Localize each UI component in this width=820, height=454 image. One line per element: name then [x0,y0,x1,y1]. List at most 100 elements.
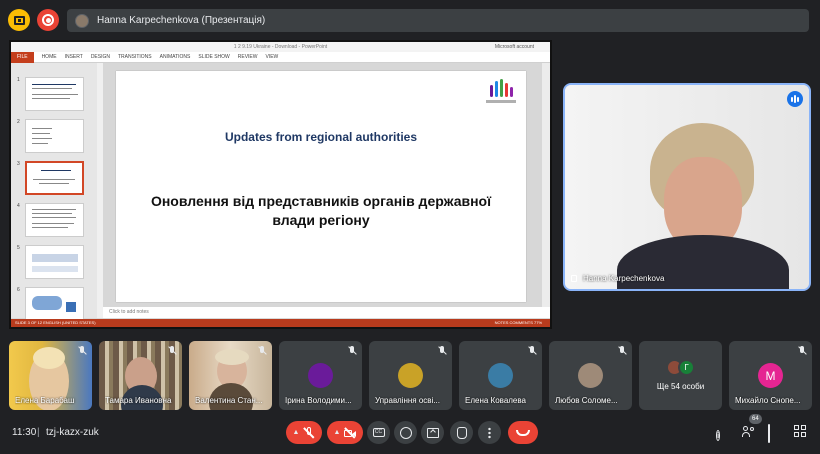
microphone-off-icon [797,346,807,356]
participants-count-badge: 64 [749,414,762,424]
end-call-icon [516,429,530,436]
microphone-off-icon [437,346,447,356]
end-call-button[interactable] [508,421,538,444]
participant-name: Ірина Володими... [285,396,352,405]
ribbon-tab-animations[interactable]: ANIMATIONS [160,54,191,60]
ribbon-tab-transitions[interactable]: TRANSITIONS [118,54,152,60]
participant-name: Елена Ковалева [465,396,526,405]
slide-thumbnail[interactable] [25,119,84,153]
slide-thumbnail[interactable] [25,203,84,237]
presenter-avatar [75,13,89,28]
status-right: NOTES COMMENTS 77% [494,320,542,325]
participant-name: Валентина Стан... [195,396,263,405]
microphone-off-icon [77,346,87,356]
microphone-off-icon [347,346,357,356]
participant-name: Управління осві... [375,396,440,405]
slide-title-ukrainian: Оновлення від представників органів держ… [150,193,492,228]
captions-button[interactable]: CC [367,421,390,444]
more-participants-tile[interactable]: Г Ще 54 особи [639,341,722,410]
slide-canvas: Updates from regional authorities Оновле… [103,63,550,307]
clock: 11:30 [12,427,37,438]
participant-tile[interactable]: М Михайло Снопе... [729,341,812,410]
chevron-up-icon[interactable]: ▲ [293,429,300,436]
shared-screen[interactable]: 1 2 9.19 Ukraine - Download - PowerPoint… [9,40,552,329]
participant-name: Елена Барабаш [15,396,75,405]
presenter-banner[interactable]: Hanna Karpechenkova (Презентація) [67,9,809,32]
camera-toggle-button[interactable]: ▲ [327,421,363,444]
speaker-name: Hanna Karpechenkova [583,274,665,283]
microphone-off-icon [303,426,315,439]
chat-icon [768,424,770,443]
meeting-info-button[interactable]: i [716,425,730,441]
present-icon [426,427,439,438]
current-slide[interactable]: Updates from regional authorities Оновле… [116,71,526,302]
pin-icon[interactable] [571,275,577,282]
chat-button[interactable] [768,424,782,443]
active-speaker-tile[interactable]: Hanna Karpechenkova [563,83,811,291]
participant-name: Любов Соломе... [555,396,618,405]
ribbon-tab-review[interactable]: REVIEW [238,54,258,60]
speaker-name-label: Hanna Karpechenkova [571,274,664,283]
thumbnail-number: 1 [17,77,20,83]
camera-off-icon [344,427,357,439]
participant-avatar [488,363,513,388]
stacked-avatars: Г [666,359,698,377]
participant-avatar-letter: М [758,363,783,388]
activities-button[interactable] [794,425,808,439]
participant-avatar [398,363,423,388]
microphone-off-icon [257,346,267,356]
meeting-code: tzj-kazx-zuk [46,427,99,438]
participant-tile[interactable]: Валентина Стан... [189,341,272,410]
speaking-indicator-icon [787,91,803,107]
more-options-button[interactable] [478,421,501,444]
powerpoint-titlebar: 1 2 9.19 Ukraine - Download - PowerPoint… [11,42,550,52]
participant-avatar [578,363,603,388]
slide-thumbnails: 1 2 3 4 5 6 [11,63,97,321]
ribbon-tab-home[interactable]: HOME [42,54,57,60]
chevron-up-icon[interactable]: ▲ [334,429,341,436]
status-left: SLIDE 3 OF 12 ENGLISH (UNITED STATES) [15,320,96,325]
thumbnail-number: 5 [17,245,20,251]
thumbnail-number: 3 [17,161,20,167]
more-options-icon [488,426,491,439]
thumbnail-number: 2 [17,119,20,125]
slide-title-english: Updates from regional authorities [224,130,418,144]
slide-thumbnail[interactable] [25,77,84,111]
organization-logo [486,77,516,103]
captions-icon: CC [372,428,385,437]
participant-avatar-letter: Г [678,359,695,376]
notes-pane[interactable]: Click to add notes [103,307,550,318]
microphone-toggle-button[interactable]: ▲ [286,421,322,444]
participant-tile[interactable]: Елена Барабаш [9,341,92,410]
ribbon-tab-insert[interactable]: INSERT [65,54,83,60]
slide-thumbnail[interactable] [25,287,84,321]
raise-hand-button[interactable] [450,421,473,444]
presenter-label: Hanna Karpechenkova (Презентація) [97,15,266,26]
participant-tile[interactable]: Тамара Ивановна [99,341,182,410]
participant-name: Михайло Снопе... [735,396,801,405]
people-button[interactable] [742,425,756,439]
participant-tile[interactable]: Елена Ковалева [459,341,542,410]
raise-hand-icon [456,426,467,439]
ribbon-tab-file[interactable]: FILE [11,51,34,63]
powerpoint-ribbon: FILE HOME INSERT DESIGN TRANSITIONS ANIM… [11,51,550,63]
recording-icon[interactable] [37,9,59,31]
present-button[interactable] [421,421,444,444]
info-icon: i [716,430,721,441]
emoji-button[interactable] [394,421,417,444]
ribbon-tab-view[interactable]: VIEW [266,54,279,60]
top-bar: Hanna Karpechenkova (Презентація) [0,0,820,40]
separator: | [37,427,40,438]
ribbon-tab-design[interactable]: DESIGN [91,54,110,60]
microphone-off-icon [167,346,177,356]
thumbnail-number: 4 [17,203,20,209]
participant-tile[interactable]: Любов Соломе... [549,341,632,410]
account-label: Microsoft account [494,44,534,50]
slide-scrollbar[interactable] [542,63,550,318]
participant-tile[interactable]: Ірина Володими... [279,341,362,410]
slide-thumbnail-active[interactable] [25,161,84,195]
ribbon-tab-slide-show[interactable]: SLIDE SHOW [198,54,229,60]
presentation-icon[interactable] [8,9,30,31]
slide-thumbnail[interactable] [25,245,84,279]
participant-tile[interactable]: Управління осві... [369,341,452,410]
